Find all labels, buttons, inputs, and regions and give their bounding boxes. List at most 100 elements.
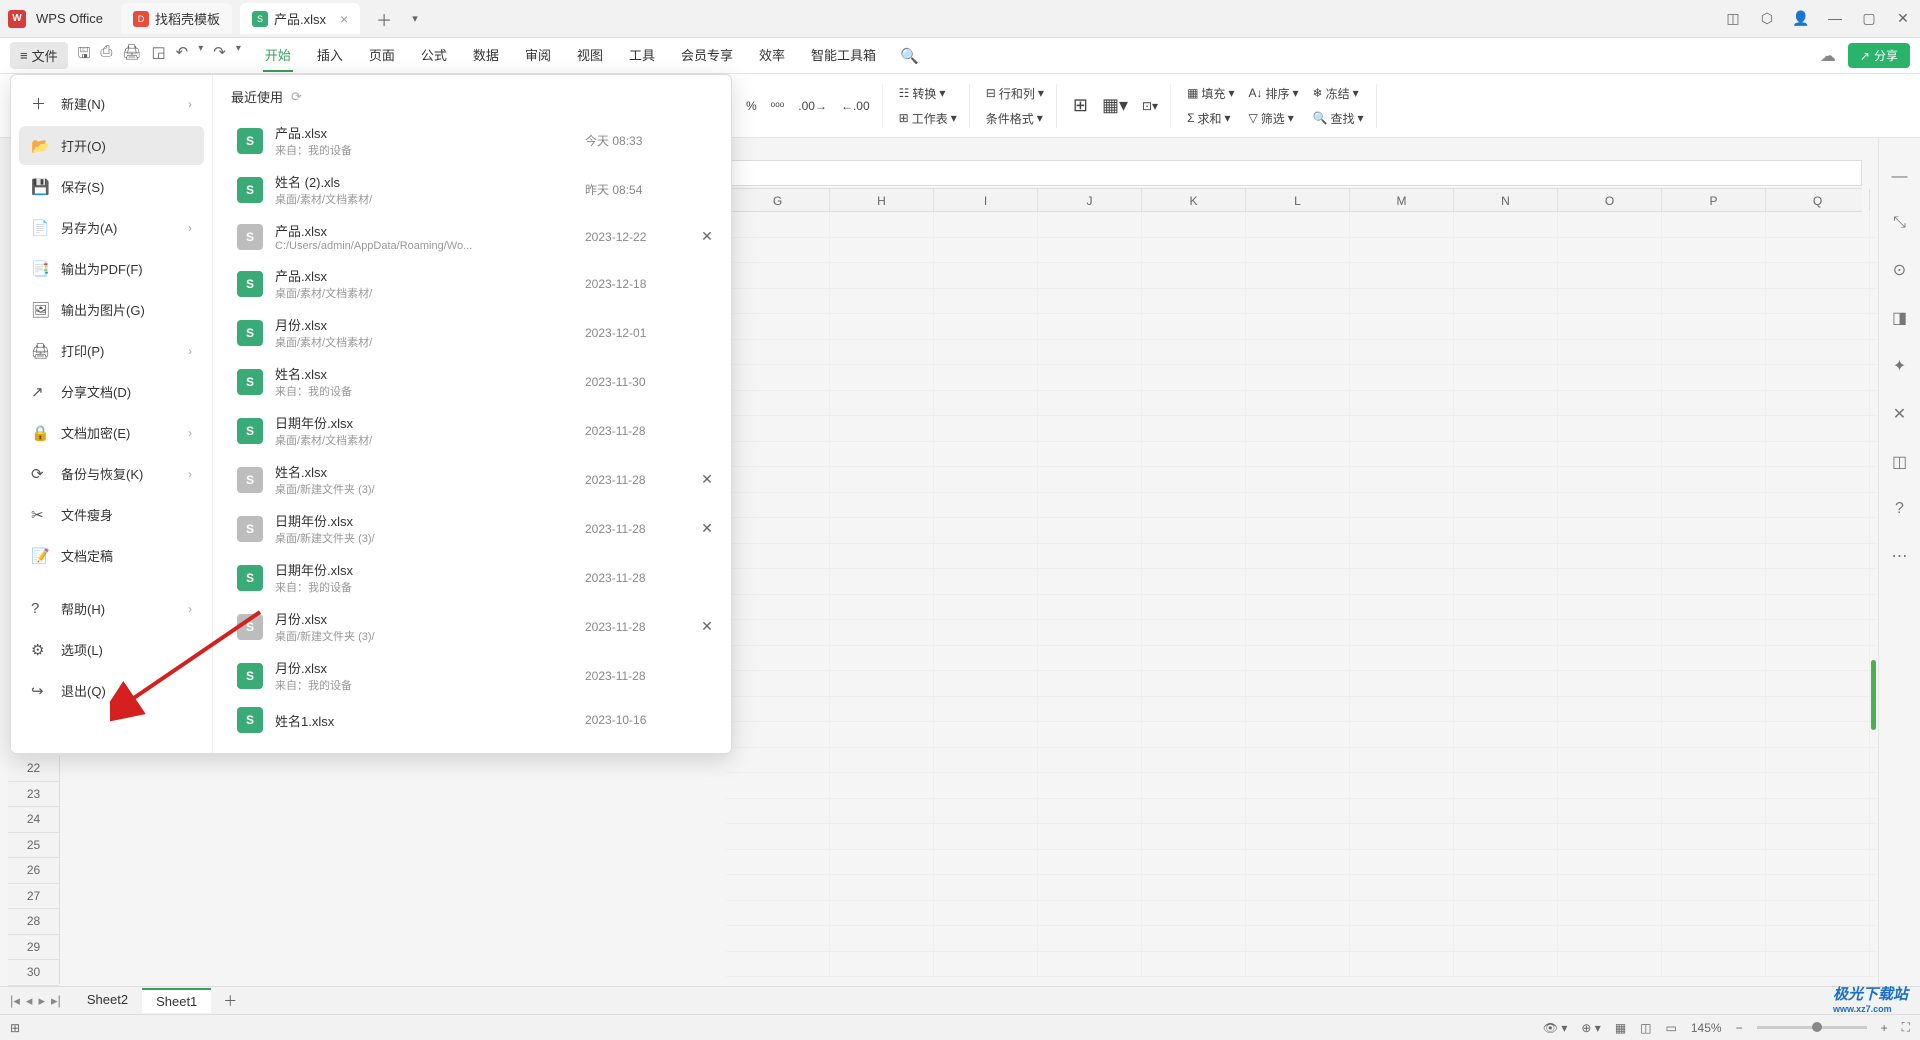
cell[interactable] — [1038, 773, 1142, 799]
cell[interactable] — [1558, 875, 1662, 901]
tab-document[interactable]: S 产品.xlsx × — [240, 3, 360, 34]
cell[interactable] — [1246, 646, 1350, 672]
cell[interactable] — [1246, 773, 1350, 799]
cell[interactable] — [1662, 544, 1766, 570]
cell[interactable] — [726, 238, 830, 264]
cell[interactable] — [1142, 212, 1246, 238]
cell[interactable] — [1766, 850, 1870, 876]
sum-button[interactable]: Σ 求和 ▾ — [1183, 108, 1238, 129]
cell[interactable] — [1038, 620, 1142, 646]
cell[interactable] — [1662, 620, 1766, 646]
cell[interactable] — [1558, 773, 1662, 799]
row-header[interactable]: 23 — [8, 782, 59, 808]
cell[interactable] — [830, 314, 934, 340]
cell[interactable] — [1350, 620, 1454, 646]
cell[interactable] — [726, 722, 830, 748]
decimal-dec-icon[interactable]: ←.00 — [837, 97, 874, 115]
cell[interactable] — [1454, 620, 1558, 646]
cell[interactable] — [1246, 926, 1350, 952]
cell[interactable] — [1246, 518, 1350, 544]
recent-file-item[interactable]: S 月份.xlsx 来自：我的设备 2023-11-28 — [231, 651, 723, 700]
cell[interactable] — [830, 850, 934, 876]
thousands-icon[interactable]: ᵒᵒᵒ — [767, 97, 789, 115]
cell[interactable] — [1038, 901, 1142, 927]
column-header[interactable]: M — [1350, 189, 1454, 211]
cell[interactable] — [1766, 493, 1870, 519]
cell[interactable] — [1350, 391, 1454, 417]
cell[interactable] — [1142, 238, 1246, 264]
cell[interactable] — [1766, 518, 1870, 544]
recent-file-item[interactable]: S 姓名.xlsx 桌面/新建文件夹 (3)/ 2023-11-28 ✕ — [231, 455, 723, 504]
cell[interactable] — [1246, 314, 1350, 340]
save-icon[interactable]: 🖫 — [78, 43, 91, 68]
cell[interactable] — [1038, 697, 1142, 723]
search-icon[interactable]: 🔍 — [900, 47, 919, 65]
cell[interactable] — [1766, 340, 1870, 366]
cell[interactable] — [1350, 544, 1454, 570]
cell[interactable] — [1558, 314, 1662, 340]
cell[interactable] — [1246, 620, 1350, 646]
cell[interactable] — [726, 799, 830, 825]
filter-button[interactable]: ▽ 筛选 ▾ — [1244, 108, 1302, 129]
cell[interactable] — [1350, 773, 1454, 799]
column-header[interactable]: P — [1662, 189, 1766, 211]
cell[interactable] — [726, 212, 830, 238]
cell[interactable] — [726, 952, 830, 978]
cell[interactable] — [1142, 875, 1246, 901]
formula-bar[interactable] — [720, 160, 1862, 186]
cell[interactable] — [1766, 748, 1870, 774]
collapse-icon[interactable]: — — [1892, 168, 1908, 186]
cell[interactable] — [830, 340, 934, 366]
file-menu-item[interactable]: 📑输出为PDF(F) — [19, 249, 204, 288]
share-button[interactable]: ↗ 分享 — [1848, 43, 1910, 68]
cell[interactable] — [1454, 901, 1558, 927]
cell[interactable] — [1766, 238, 1870, 264]
cell[interactable] — [1662, 671, 1766, 697]
cell[interactable] — [726, 620, 830, 646]
cell[interactable] — [830, 212, 934, 238]
view-page-icon[interactable]: ◫ — [1640, 1021, 1651, 1035]
cell[interactable] — [934, 467, 1038, 493]
cell[interactable] — [1350, 671, 1454, 697]
sheet-tab[interactable]: Sheet2 — [73, 988, 142, 1013]
cell[interactable] — [1246, 212, 1350, 238]
sheet-last-icon[interactable]: ▸| — [51, 993, 61, 1009]
cell[interactable] — [1038, 314, 1142, 340]
cell[interactable] — [1662, 824, 1766, 850]
cell[interactable] — [934, 671, 1038, 697]
cell[interactable] — [1038, 263, 1142, 289]
cell[interactable] — [726, 671, 830, 697]
cell[interactable] — [1454, 365, 1558, 391]
cell[interactable] — [830, 824, 934, 850]
cell[interactable] — [1454, 544, 1558, 570]
file-menu-item[interactable]: ⟳备份与恢复(K)› — [19, 454, 204, 493]
cell[interactable] — [830, 569, 934, 595]
cell[interactable] — [1142, 671, 1246, 697]
cloud-icon[interactable]: ☁ — [1820, 46, 1836, 66]
cell[interactable] — [1038, 238, 1142, 264]
cell[interactable] — [1038, 493, 1142, 519]
cell[interactable] — [1246, 875, 1350, 901]
file-menu-item[interactable]: 🖨打印(P)› — [19, 331, 204, 370]
cell[interactable] — [726, 901, 830, 927]
scrollbar-thumb[interactable] — [1871, 660, 1876, 730]
row-header[interactable]: 24 — [8, 807, 59, 833]
cell[interactable] — [1350, 799, 1454, 825]
cell[interactable] — [830, 901, 934, 927]
cell[interactable] — [1662, 952, 1766, 978]
cell[interactable] — [934, 493, 1038, 519]
zoom-out-button[interactable]: − — [1736, 1021, 1743, 1035]
cell[interactable] — [1558, 467, 1662, 493]
add-tab-button[interactable]: ＋ — [368, 3, 400, 35]
cell[interactable] — [1766, 671, 1870, 697]
cell[interactable] — [1662, 416, 1766, 442]
cell[interactable] — [1454, 697, 1558, 723]
cell[interactable] — [934, 824, 1038, 850]
cell[interactable] — [1454, 391, 1558, 417]
file-menu-item[interactable]: ⚙选项(L) — [19, 630, 204, 669]
help-icon[interactable]: ? — [1895, 500, 1904, 518]
cell[interactable] — [1454, 238, 1558, 264]
cell[interactable] — [1246, 748, 1350, 774]
cell[interactable] — [726, 875, 830, 901]
cell[interactable] — [1662, 263, 1766, 289]
